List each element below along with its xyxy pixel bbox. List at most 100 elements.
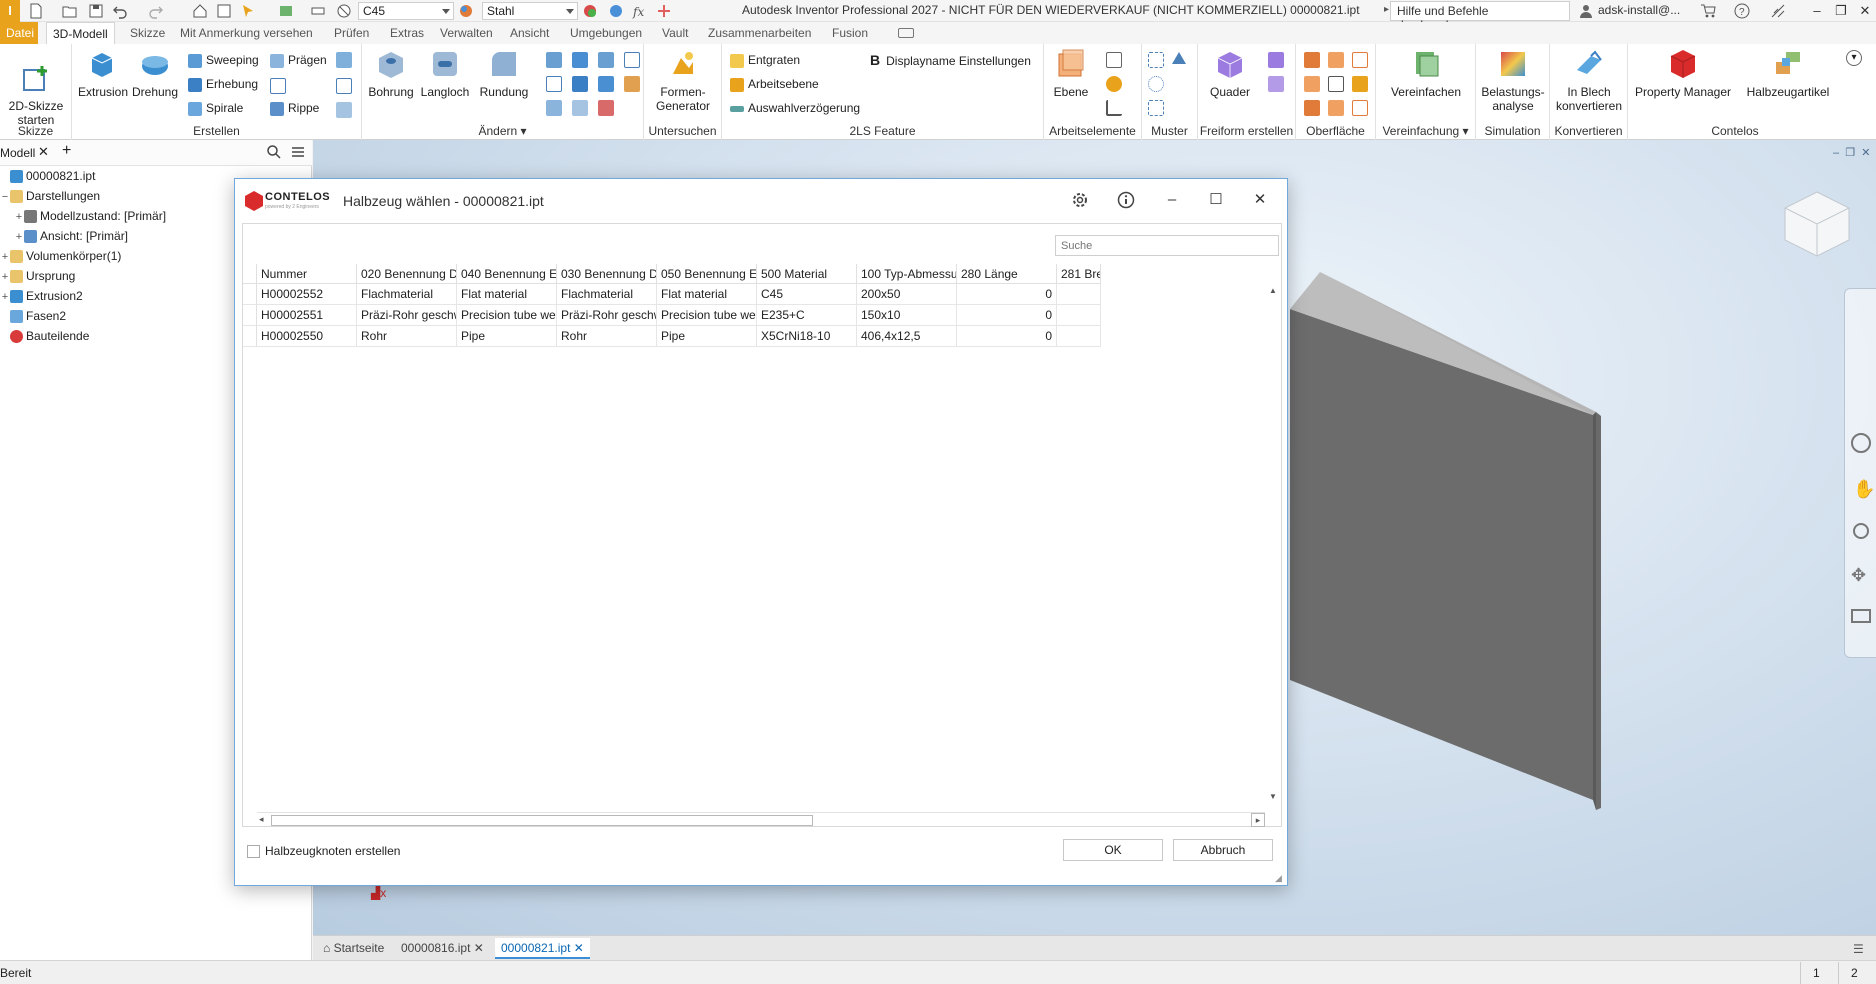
table-cell[interactable]: Flachmaterial xyxy=(357,284,457,305)
expand-toggle-icon[interactable]: − xyxy=(0,187,10,207)
table-cell[interactable]: Pipe xyxy=(457,326,557,347)
derive-icon[interactable] xyxy=(270,78,286,94)
replace-face-icon[interactable] xyxy=(1352,76,1368,92)
table-cell[interactable]: 150x10 xyxy=(857,305,957,326)
belastungsanalyse-button[interactable]: Belastungs- analyse xyxy=(1480,48,1546,113)
extrusion-button[interactable]: Extrusion xyxy=(78,48,128,99)
spirale-button[interactable]: Spirale xyxy=(188,98,243,118)
resize-grip-icon[interactable]: ◢ xyxy=(1275,873,1282,884)
column-header[interactable]: 281 Bre xyxy=(1057,264,1101,284)
stitch-icon[interactable] xyxy=(1304,52,1320,68)
scroll-up-icon[interactable]: ▲ xyxy=(1269,286,1277,295)
fx-icon[interactable]: fx xyxy=(632,3,648,19)
table-cell[interactable]: X5CrNi18-10 xyxy=(757,326,857,347)
appearance-combo[interactable]: Stahl xyxy=(482,2,578,20)
table-cell[interactable]: C45 xyxy=(757,284,857,305)
table-cell[interactable]: Flachmaterial xyxy=(557,284,657,305)
info-icon[interactable] xyxy=(1111,187,1141,213)
expand-toggle-icon[interactable]: + xyxy=(0,247,10,267)
column-header[interactable]: 030 Benennung DE... xyxy=(557,264,657,284)
cancel-button[interactable]: Abbruch xyxy=(1173,839,1273,861)
combine-icon[interactable] xyxy=(572,76,588,92)
copy-object-icon[interactable] xyxy=(624,52,640,68)
tab-fusion[interactable]: Fusion xyxy=(826,22,874,44)
ribbon-toggle-icon[interactable] xyxy=(898,28,914,38)
tree-item[interactable]: Bauteilende xyxy=(0,326,89,346)
expand-toggle-icon[interactable]: + xyxy=(0,267,10,287)
halbzeugknoten-checkbox[interactable] xyxy=(247,845,260,858)
tree-item[interactable]: + Extrusion2 xyxy=(0,286,83,306)
sketch-pattern-icon[interactable] xyxy=(1148,100,1164,116)
scroll-right-icon[interactable]: ▸ xyxy=(1251,813,1265,827)
halbzeugartikel-button[interactable]: Halbzeugartikel xyxy=(1740,48,1836,99)
tree-item[interactable]: Fasen2 xyxy=(0,306,66,326)
pan-icon[interactable]: ✋ xyxy=(1853,479,1875,500)
property-manager-button[interactable]: Property Manager xyxy=(1632,48,1734,99)
select-icon[interactable] xyxy=(240,3,256,19)
restore-icon[interactable]: ❐ xyxy=(1830,2,1852,20)
properties-icon[interactable] xyxy=(216,3,232,19)
user-icon[interactable] xyxy=(1578,3,1594,19)
table-cell[interactable]: 0 xyxy=(957,284,1057,305)
viewport-controls-icon[interactable]: – ❐ ✕ xyxy=(1833,146,1870,159)
browser-search-icon[interactable] xyxy=(266,144,282,163)
column-header[interactable]: 040 Benennung EN xyxy=(457,264,557,284)
table-cell[interactable]: E235+C xyxy=(757,305,857,326)
tab-umgebungen[interactable]: Umgebungen xyxy=(564,22,648,44)
in-blech-konvertieren-button[interactable]: In Blech konvertieren xyxy=(1554,48,1624,113)
clear-override-icon[interactable] xyxy=(608,3,624,19)
table-cell[interactable]: Flat material xyxy=(457,284,557,305)
table-cell[interactable] xyxy=(1057,326,1101,347)
formen-generator-button[interactable]: Formen- Generator xyxy=(650,48,716,113)
horizontal-scroll-thumb[interactable] xyxy=(271,815,813,826)
bohrung-button[interactable]: Bohrung xyxy=(366,48,416,99)
color-icon[interactable] xyxy=(582,3,598,19)
cart-icon[interactable] xyxy=(1700,3,1716,19)
rundung-button[interactable]: Rundung xyxy=(476,48,532,99)
tab-ansicht[interactable]: Ansicht xyxy=(504,22,555,44)
drehung-button[interactable]: Drehung xyxy=(130,48,180,99)
user-name[interactable]: adsk-install@... xyxy=(1598,3,1680,17)
search-input[interactable] xyxy=(1055,235,1279,256)
minimize-icon[interactable]: – xyxy=(1806,2,1828,20)
thicken-icon[interactable] xyxy=(572,100,588,116)
rippe-button[interactable]: Rippe xyxy=(270,98,319,118)
sculpt-icon[interactable] xyxy=(1352,52,1368,68)
save-icon[interactable] xyxy=(88,3,104,19)
tab-vault[interactable]: Vault xyxy=(656,22,694,44)
zoom-icon[interactable] xyxy=(1853,523,1869,539)
material-combo[interactable]: C45 xyxy=(358,2,454,20)
browser-tab-close-icon[interactable]: ✕ xyxy=(38,144,49,160)
add-browser-tab-icon[interactable]: + xyxy=(62,142,71,160)
scroll-down-icon[interactable]: ▼ xyxy=(1269,792,1277,801)
table-cell[interactable] xyxy=(1057,305,1101,326)
table-cell[interactable]: H00002552 xyxy=(257,284,357,305)
table-cell[interactable] xyxy=(1057,284,1101,305)
steering-wheel-icon[interactable] xyxy=(1851,433,1871,453)
browser-menu-icon[interactable] xyxy=(290,144,306,163)
unwrap-icon[interactable] xyxy=(336,78,352,94)
tab-anmerkung[interactable]: Mit Anmerkung versehen xyxy=(174,22,319,44)
thread-icon[interactable] xyxy=(572,52,588,68)
table-cell[interactable]: 200x50 xyxy=(857,284,957,305)
inventor-logo-icon[interactable]: I xyxy=(0,0,20,22)
dialog-close-icon[interactable]: ✕ xyxy=(1245,187,1275,213)
column-header[interactable]: 280 Länge xyxy=(957,264,1057,284)
extend-icon[interactable] xyxy=(1328,76,1344,92)
quader-button[interactable]: Quader xyxy=(1208,48,1252,99)
tab-extras[interactable]: Extras xyxy=(384,22,430,44)
tree-item[interactable]: + Ursprung xyxy=(0,266,75,286)
undo-icon[interactable] xyxy=(112,3,128,19)
table-cell[interactable]: Präzi-Rohr geschw... xyxy=(357,305,457,326)
orbit-icon[interactable]: ✥ xyxy=(1851,565,1866,586)
freeform-convert-icon[interactable] xyxy=(1268,76,1284,92)
ucs-icon[interactable] xyxy=(1106,100,1122,116)
work-axis-icon[interactable] xyxy=(1106,52,1122,68)
direct-edit-icon[interactable] xyxy=(598,76,614,92)
auswahlverzoegerung-button[interactable]: Auswahlverzögerung xyxy=(730,98,860,118)
table-cell[interactable]: 0 xyxy=(957,326,1057,347)
tab-datei[interactable]: Datei xyxy=(0,22,38,44)
collapse-arrow-icon[interactable]: ▸ xyxy=(1384,4,1389,15)
tab-pruefen[interactable]: Prüfen xyxy=(328,22,375,44)
arbeitsebene-button[interactable]: Arbeitsebene xyxy=(730,74,819,94)
